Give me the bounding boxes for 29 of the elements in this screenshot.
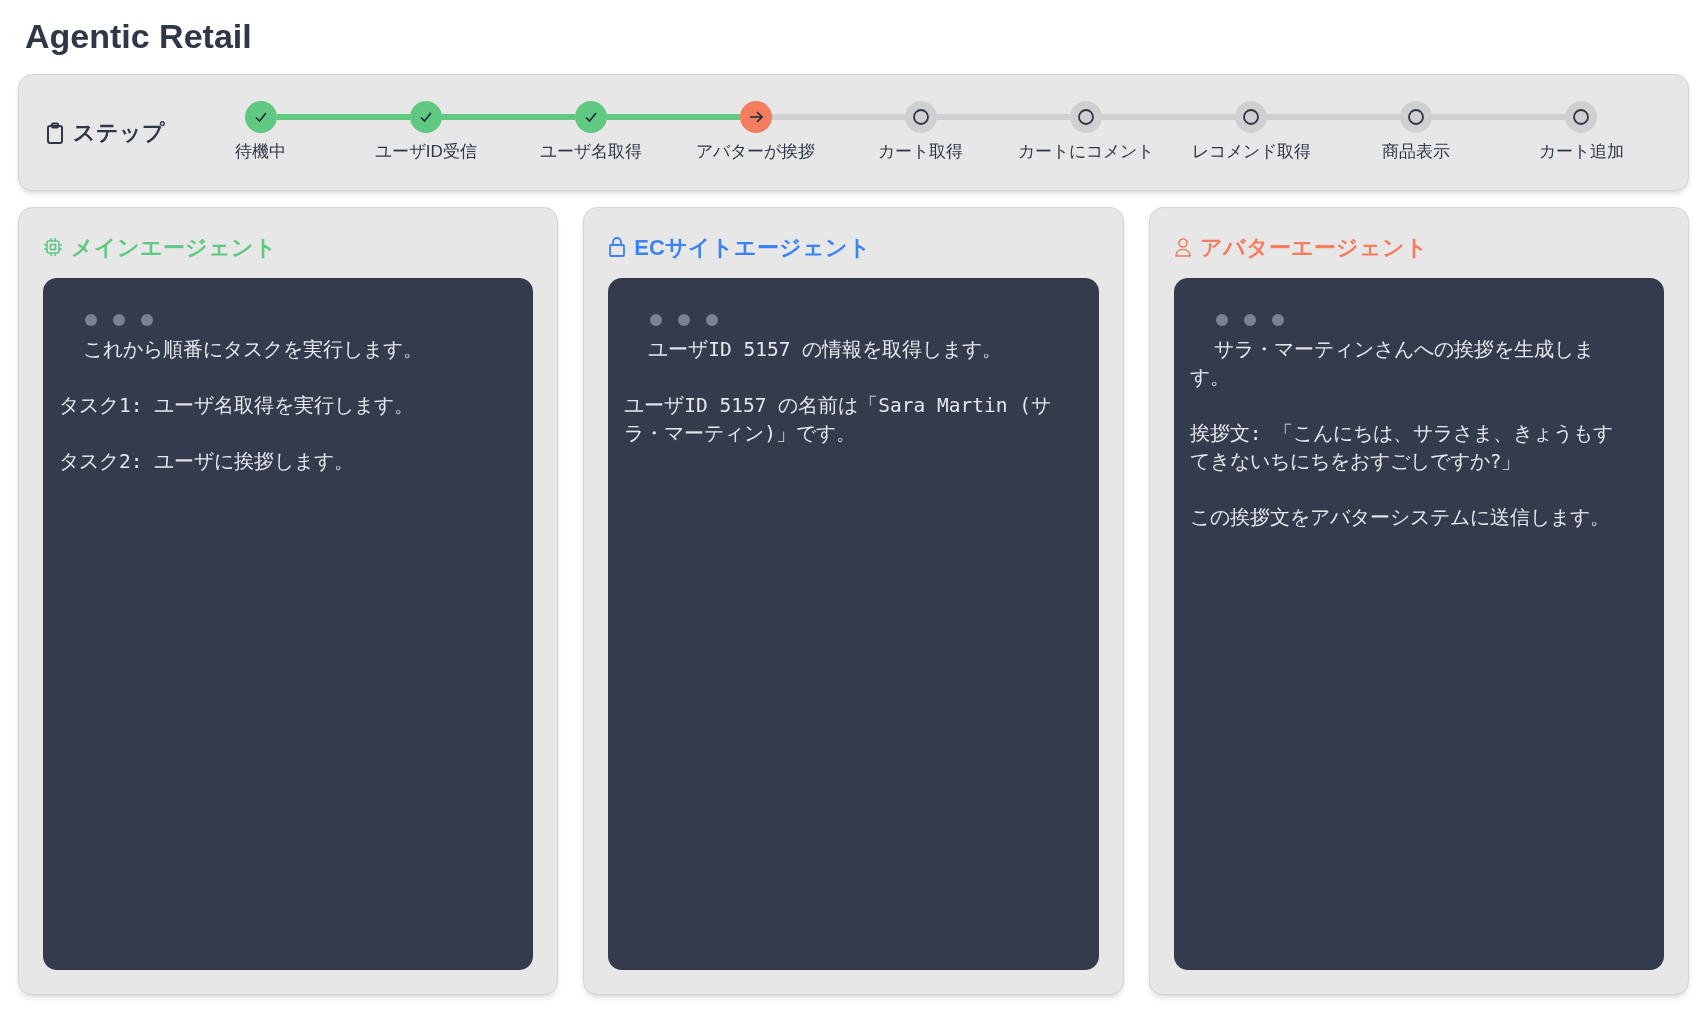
typing-dots-icon <box>85 314 153 326</box>
message-text: これから順番にタスクを実行します。 <box>82 337 424 363</box>
message-text: タスク2: ユーザに挨拶します。 <box>59 449 356 475</box>
step-label: カート取得 <box>878 140 964 163</box>
step-label: 待機中 <box>235 140 287 163</box>
message-text: タスク1: ユーザ名取得を実行します。 <box>59 393 416 419</box>
app-title: Agentic Retail <box>24 16 253 57</box>
message-text: この挨拶文をアバターシステムに送信します。 <box>1189 505 1611 531</box>
step-label: レコメンド取得 <box>1191 140 1311 163</box>
lock-icon <box>608 237 627 257</box>
message-text: ユーザID 5157 の情報を取得します。 <box>647 337 1004 363</box>
panel-title: ECサイトエージェント <box>634 233 871 262</box>
chip-icon <box>43 237 63 257</box>
step-label: ユーザID受信 <box>374 140 477 163</box>
panel-title: アバターエージェント <box>1199 233 1428 262</box>
clipboard-icon <box>45 121 65 144</box>
message-text: サラ・マーティンさんへの挨拶を生成します。 <box>1189 337 1595 391</box>
panel-title: メインエージェント <box>71 233 277 262</box>
message-text: 挨拶文: 「こんにちは、サラさま、きょうもすてきないちにちをおすごしですか?」 <box>1189 421 1615 475</box>
user-icon <box>1173 237 1192 257</box>
step-label: アバターが挨拶 <box>696 140 816 163</box>
typing-dots-icon <box>650 314 719 326</box>
typing-dots-icon <box>1215 314 1284 326</box>
stepper-label: ステップ <box>73 119 165 147</box>
message-text: ユーザID 5157 の名前は「Sara Martin (サラ・マーティン)」です。 <box>624 393 1052 447</box>
step-label: カートにコメント <box>1018 140 1155 163</box>
step-label: カート追加 <box>1538 140 1624 163</box>
step-label: ユーザ名取得 <box>539 140 642 163</box>
step-label: 商品表示 <box>1382 140 1451 163</box>
